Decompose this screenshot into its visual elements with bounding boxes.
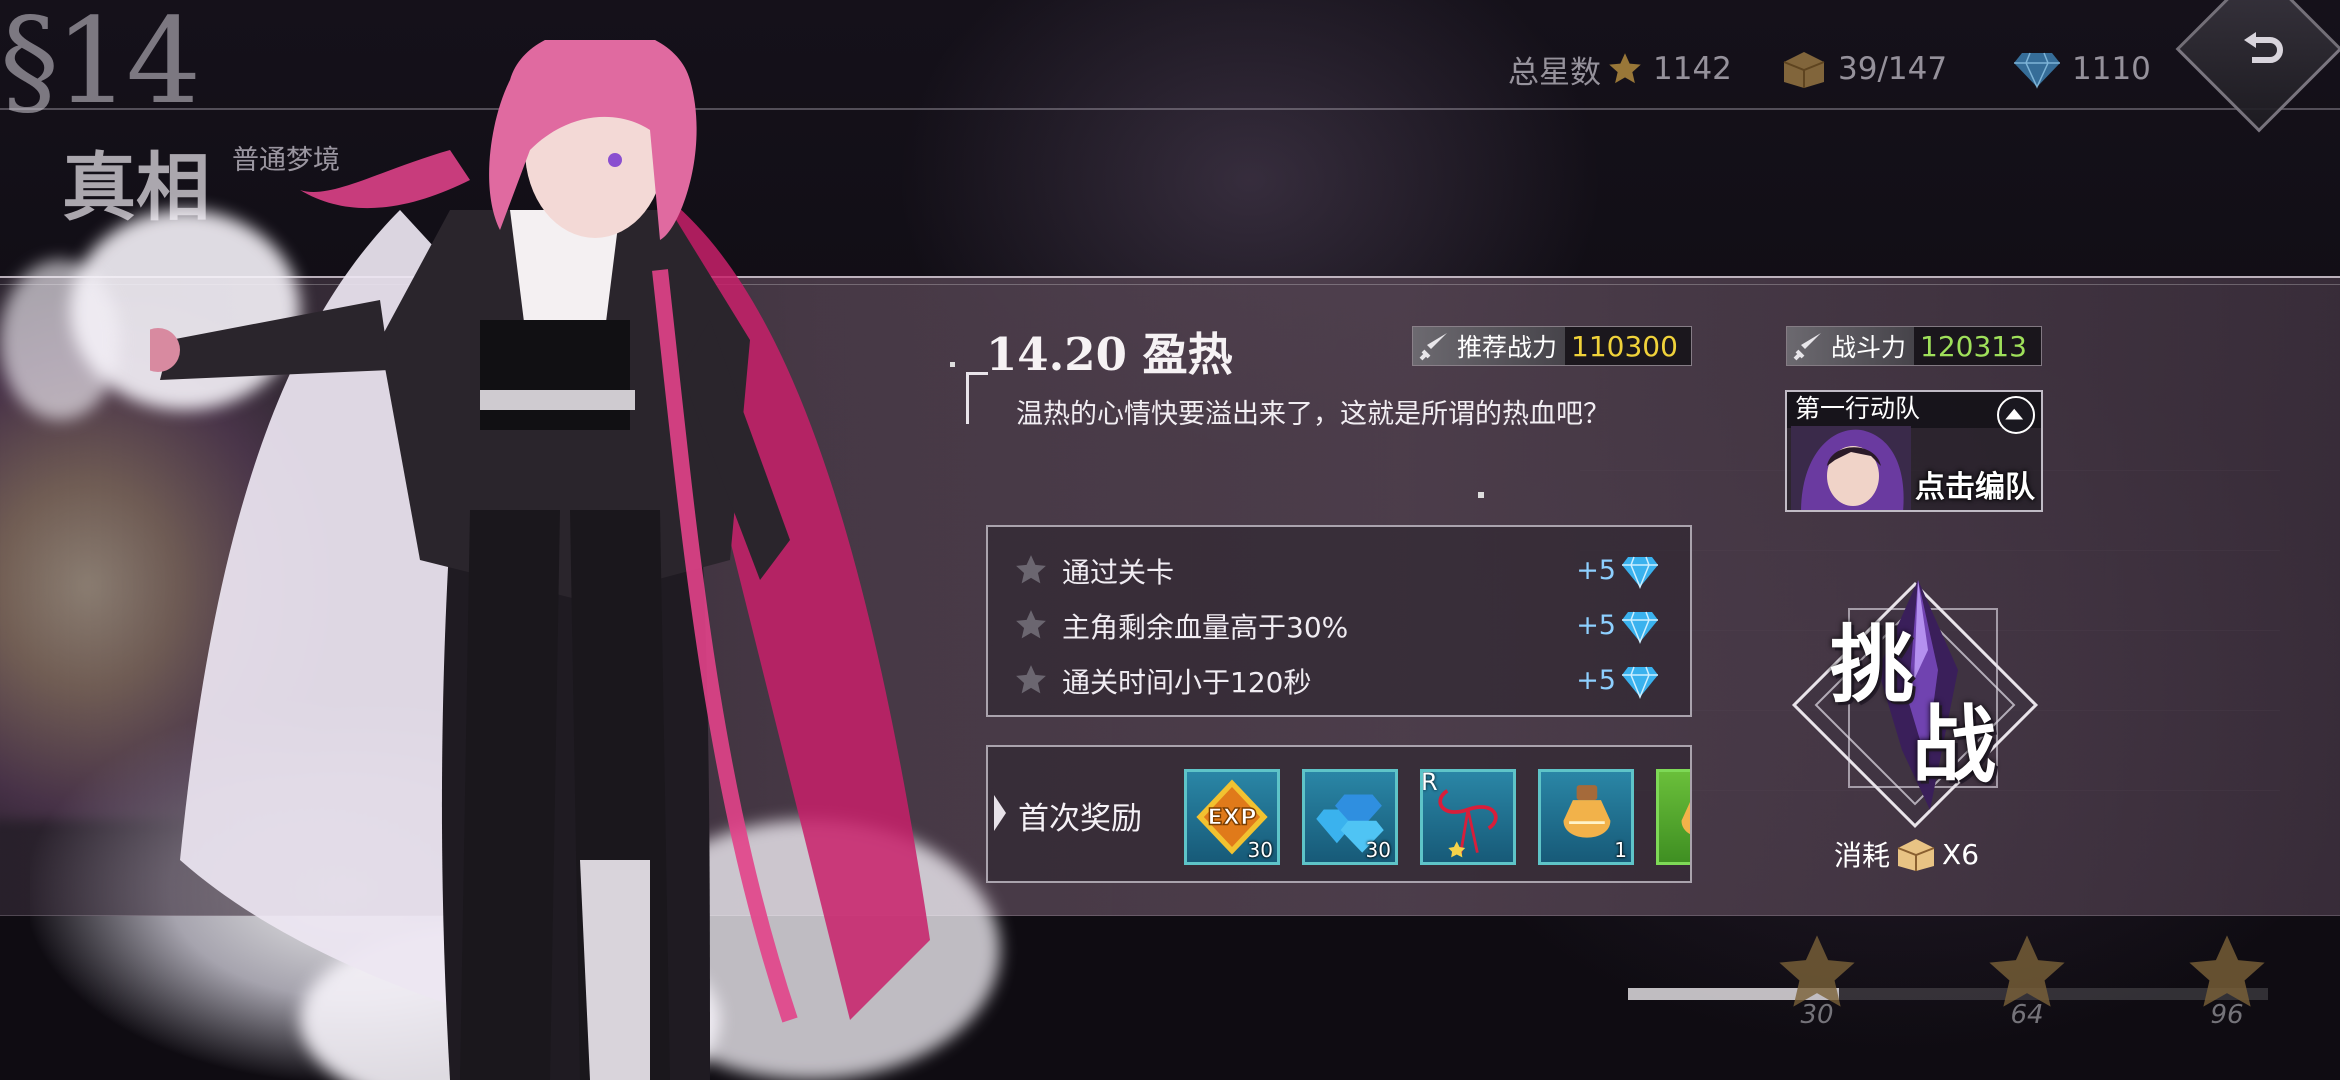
team-power-value: 120313 xyxy=(1914,327,2041,365)
reward-count: 30 xyxy=(1247,838,1273,862)
condition-row: 通过关卡 +5 xyxy=(988,543,1690,598)
total-stars-value: 1142 xyxy=(1653,51,1732,87)
reward-item-red-string[interactable]: R xyxy=(1420,769,1516,865)
team-panel[interactable]: 第一行动队 点击编队 xyxy=(1785,390,2043,512)
condition-reward: +5 xyxy=(1576,610,1616,641)
star-icon xyxy=(1609,53,1641,84)
milestone-value: 96 xyxy=(2210,1000,2244,1030)
condition-text: 通过关卡 xyxy=(1062,555,1175,589)
reward-count: 30 xyxy=(1365,838,1391,862)
gem-icon xyxy=(2014,52,2060,89)
team-leader-avatar xyxy=(1791,426,1911,510)
reward-item-potion[interactable]: 1 xyxy=(1538,769,1634,865)
milestone-value: 64 xyxy=(2010,1000,2044,1030)
cloud xyxy=(0,260,120,420)
decor-bracket xyxy=(966,372,988,424)
sword-icon xyxy=(1419,333,1447,361)
recommended-power: 推荐战力 110300 xyxy=(1412,326,1692,366)
character-illustration xyxy=(150,40,930,1080)
arrow-right-icon xyxy=(994,795,1006,831)
gem-count: 1110 xyxy=(2006,44,2151,94)
decor-dot xyxy=(950,362,955,367)
chest-icon xyxy=(1783,52,1825,88)
challenge-label-2: 战 xyxy=(1912,695,1997,794)
stamina-cost: 消耗 X6 xyxy=(1834,834,1979,874)
recommended-power-label: 推荐战力 xyxy=(1457,333,1558,362)
star-icon xyxy=(1016,665,1046,694)
condition-row: 主角剩余血量高于30% +5 xyxy=(988,598,1690,653)
star-conditions: 通过关卡 +5 主角剩余血量高于30% +5 通关时间小于120秒 +5 xyxy=(986,525,1692,717)
first-clear-rewards: 首次奖励 EXP 30 30 R 1 xyxy=(986,745,1692,883)
condition-row: 通关时间小于120秒 +5 xyxy=(988,653,1690,708)
back-arrow-icon[interactable] xyxy=(2240,30,2284,70)
team-power-label: 战斗力 xyxy=(1831,333,1907,362)
svg-text:EXP: EXP xyxy=(1207,805,1256,831)
challenge-button[interactable]: 挑 战 xyxy=(1790,580,2040,830)
milestone-value: 30 xyxy=(1800,1000,1834,1030)
star-icon xyxy=(1016,555,1046,584)
gem-icon xyxy=(1622,556,1658,589)
total-stars-label: 总星数 xyxy=(1508,54,1601,91)
reward-item-gems[interactable]: 30 xyxy=(1302,769,1398,865)
cost-value: X6 xyxy=(1942,837,1980,871)
rarity-badge: R xyxy=(1421,769,1438,796)
total-stars: 总星数 1142 xyxy=(1508,44,1732,94)
star-icon xyxy=(1016,610,1046,639)
condition-text: 主角剩余血量高于30% xyxy=(1062,610,1349,644)
star-milestone[interactable]: 96 xyxy=(2182,930,2272,1030)
challenge-label-1: 挑 xyxy=(1830,615,1915,714)
stage-title: 14.20 盈热 xyxy=(986,328,1233,381)
edit-team-button[interactable]: 点击编队 xyxy=(1915,462,2035,506)
chest-count: 39/147 xyxy=(1774,44,1947,94)
chest-count-value: 39/147 xyxy=(1838,51,1948,87)
condition-reward: +5 xyxy=(1576,665,1616,696)
gem-icon xyxy=(1622,666,1658,699)
stage-description: 温热的心情快要溢出来了，这就是所谓的热血吧？ xyxy=(1016,399,1610,430)
sword-icon xyxy=(1793,333,1821,361)
reward-item-potion[interactable] xyxy=(1656,769,1690,865)
gem-count-value: 1110 xyxy=(2072,51,2151,87)
chevron-up-icon xyxy=(2005,408,2024,420)
condition-reward: +5 xyxy=(1576,555,1616,586)
star-milestone[interactable]: 64 xyxy=(1982,930,2072,1030)
reward-items: EXP 30 30 R 1 xyxy=(1184,769,1690,865)
first-reward-label: 首次奖励 xyxy=(1018,801,1142,837)
chest-icon xyxy=(1897,839,1935,871)
recommended-power-value: 110300 xyxy=(1565,327,1691,365)
condition-text: 通关时间小于120秒 xyxy=(1062,665,1312,699)
potion-icon xyxy=(1681,802,1690,834)
team-collapse-button[interactable] xyxy=(1997,396,2035,434)
star-progress-bar xyxy=(1628,988,2268,1000)
reward-count: 1 xyxy=(1614,838,1627,862)
reward-item-exp[interactable]: EXP 30 xyxy=(1184,769,1280,865)
team-power: 战斗力 120313 xyxy=(1786,326,2042,366)
cost-label: 消耗 xyxy=(1834,839,1891,872)
gem-icon xyxy=(1622,611,1658,644)
decor-dot xyxy=(1478,492,1484,498)
star-milestone[interactable]: 30 xyxy=(1772,930,1862,1030)
